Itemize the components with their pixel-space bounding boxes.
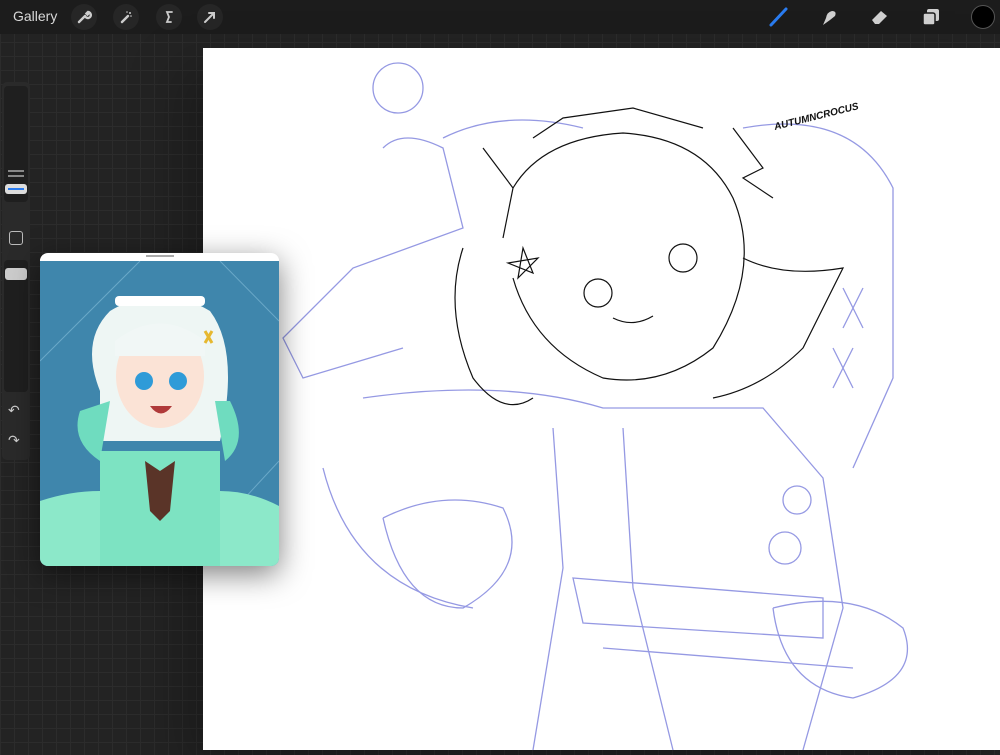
- selection-s-icon: [165, 11, 173, 23]
- top-toolbar: Gallery: [0, 0, 1000, 34]
- slider-grip: [8, 170, 24, 172]
- redo-icon[interactable]: ↷: [8, 432, 20, 449]
- reference-window[interactable]: [40, 253, 279, 566]
- brush-size-handle[interactable]: [5, 184, 27, 194]
- gallery-button[interactable]: Gallery: [13, 8, 57, 24]
- undo-icon[interactable]: ↶: [8, 402, 20, 419]
- transform-arrow-icon: [204, 12, 215, 23]
- drawing-canvas[interactable]: AUTUMNCROCUS: [203, 48, 1000, 751]
- side-toolbar: ↶ ↷: [2, 82, 30, 460]
- lineart-layer: [454, 107, 845, 406]
- smudge-icon: [823, 11, 836, 25]
- eraser-icon: [872, 11, 887, 24]
- layers-icon: [922, 9, 939, 26]
- magic-wand-icon: [120, 11, 132, 24]
- reference-image: [40, 260, 279, 566]
- brush-icon: [769, 7, 788, 27]
- adjustments-button[interactable]: [113, 4, 139, 30]
- wrench-icon: [77, 10, 92, 24]
- actions-button[interactable]: [71, 4, 97, 30]
- selection-button[interactable]: [156, 4, 182, 30]
- artist-signature: AUTUMNCROCUS: [772, 101, 860, 133]
- slider-grip: [8, 175, 24, 177]
- smudge-button[interactable]: [815, 4, 843, 30]
- sketch-artwork: AUTUMNCROCUS: [282, 62, 908, 751]
- eraser-button[interactable]: [866, 4, 894, 30]
- brush-button[interactable]: [764, 4, 792, 30]
- opacity-handle[interactable]: [5, 268, 27, 280]
- brush-size-slider[interactable]: [4, 86, 28, 202]
- modify-button[interactable]: [9, 231, 23, 245]
- color-picker-button[interactable]: [971, 5, 995, 29]
- transform-button[interactable]: [197, 4, 223, 30]
- opacity-slider[interactable]: [4, 260, 28, 392]
- blue-sketch-layer: [282, 62, 908, 751]
- layers-button[interactable]: [917, 4, 945, 30]
